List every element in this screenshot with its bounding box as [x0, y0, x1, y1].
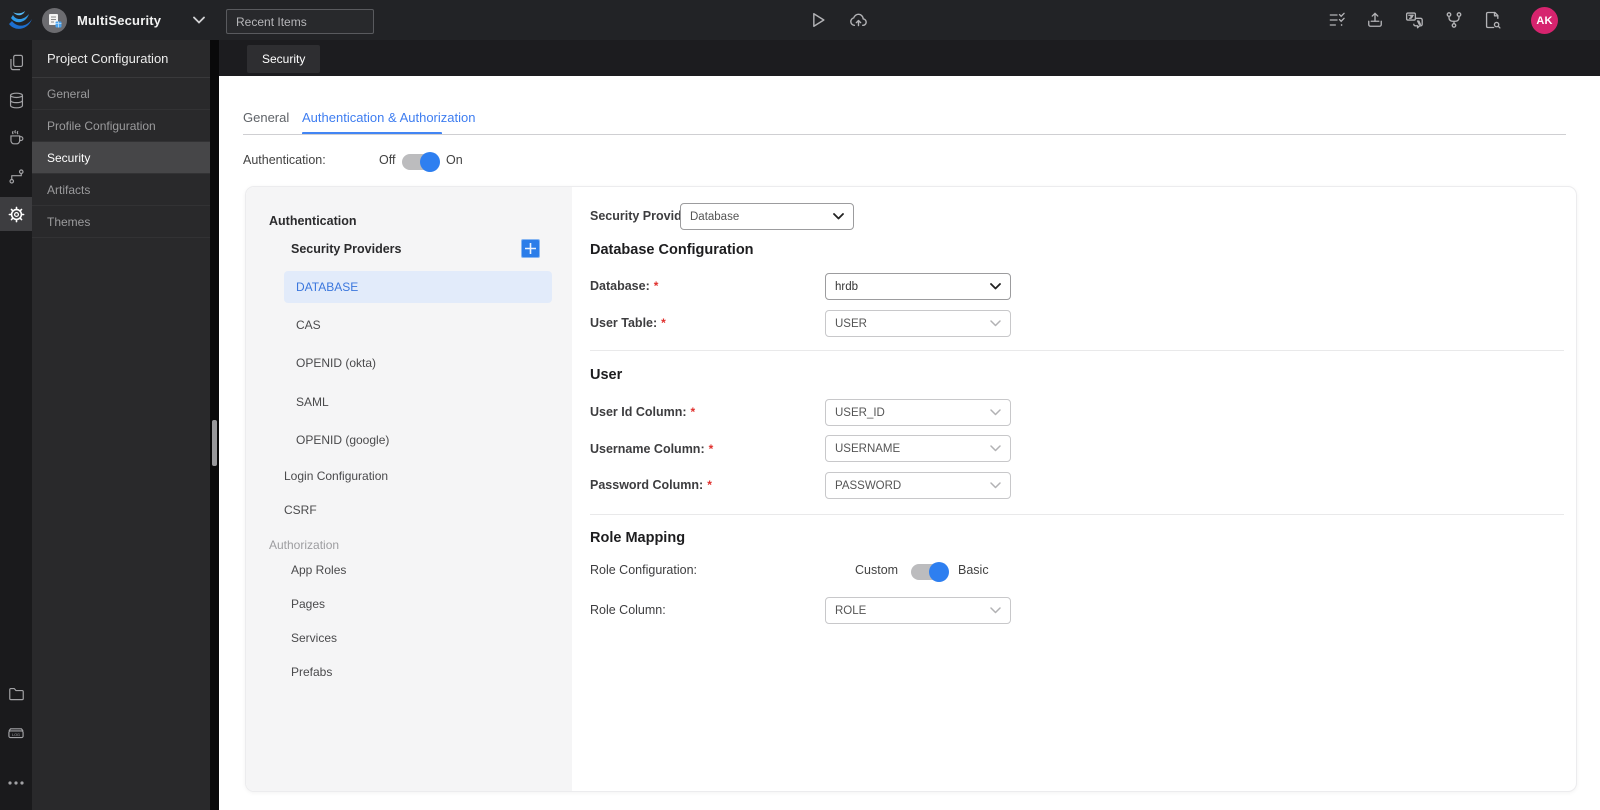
tree-section-authentication: Authentication — [269, 214, 357, 228]
password-column-select[interactable]: PASSWORD — [825, 472, 1011, 499]
role-column-select[interactable]: ROLE — [825, 597, 1011, 624]
role-configuration-label: Role Configuration: — [590, 563, 698, 577]
authentication-toggle-label: Authentication: — [243, 153, 326, 167]
left-icon-rail: LOG — [0, 40, 32, 810]
chevron-down-icon — [990, 283, 1001, 290]
chevron-down-icon — [990, 482, 1001, 489]
panel-title: Project Configuration — [32, 40, 210, 78]
editor-tab-security[interactable]: Security — [247, 45, 321, 73]
translate-icon[interactable] — [1402, 8, 1426, 32]
role-configuration-toggle[interactable] — [911, 562, 949, 582]
required-asterisk: * — [708, 442, 714, 456]
project-icon[interactable] — [42, 8, 67, 33]
export-icon[interactable] — [1363, 8, 1387, 32]
provider-item-openid-google[interactable]: OPENID (google) — [296, 433, 389, 447]
deploy-cloud-upload-icon[interactable] — [846, 8, 870, 32]
tree-item-services[interactable]: Services — [291, 631, 337, 645]
sidebar-item-artifacts[interactable]: Artifacts — [32, 174, 210, 206]
role-mapping-heading: Role Mapping — [590, 530, 686, 546]
tree-item-login-configuration[interactable]: Login Configuration — [284, 469, 388, 483]
sidebar-item-security[interactable]: Security — [32, 142, 210, 174]
password-column-label: Password Column: * — [590, 478, 712, 492]
file-explorer-folder-icon[interactable] — [0, 677, 32, 711]
chevron-down-icon[interactable] — [193, 16, 205, 24]
required-asterisk: * — [707, 478, 712, 492]
tree-section-authorization: Authorization — [269, 538, 340, 552]
chevron-down-icon — [990, 320, 1001, 327]
chevron-down-icon — [990, 607, 1001, 614]
role-toggle-basic-label: Basic — [958, 563, 989, 577]
wavemaker-logo-icon — [7, 7, 34, 34]
settings-gear-icon[interactable] — [0, 197, 32, 231]
provider-item-cas[interactable]: CAS — [296, 318, 321, 332]
section-divider — [590, 350, 1564, 351]
top-bar: MultiSecurity Recent Items AK — [0, 0, 1600, 40]
editor-tab-bar: Security — [219, 40, 1600, 76]
database-configuration-heading: Database Configuration — [590, 242, 754, 258]
tree-item-pages[interactable]: Pages — [291, 597, 325, 611]
user-id-column-label: User Id Column: * — [590, 405, 696, 419]
add-provider-button[interactable] — [521, 239, 540, 258]
java-services-icon[interactable] — [0, 120, 32, 154]
svg-text:LOG: LOG — [12, 733, 20, 737]
user-table-label: User Table: * — [590, 316, 666, 330]
authentication-toggle[interactable] — [402, 152, 440, 172]
tabs-divider — [243, 134, 1566, 135]
project-name[interactable]: MultiSecurity — [77, 13, 161, 28]
security-provider-select[interactable]: Database — [680, 203, 854, 230]
user-heading: User — [590, 367, 623, 383]
username-column-label: Username Column: * — [590, 442, 714, 456]
section-divider — [590, 514, 1564, 515]
tree-item-prefabs[interactable]: Prefabs — [291, 665, 332, 679]
app-logs-icon[interactable]: LOG — [0, 716, 32, 750]
changelog-checklist-icon[interactable] — [1325, 8, 1349, 32]
chevron-down-icon — [990, 409, 1001, 416]
security-config-card: Authentication Security Providers DATABA… — [245, 186, 1577, 792]
panel-scrollbar-track — [210, 40, 219, 810]
sidebar-item-general[interactable]: General — [32, 78, 210, 110]
toggle-knob — [420, 152, 440, 172]
pages-icon[interactable] — [0, 45, 32, 79]
required-asterisk: * — [690, 405, 696, 419]
tree-item-csrf[interactable]: CSRF — [284, 503, 317, 517]
user-avatar[interactable]: AK — [1531, 7, 1558, 34]
tab-general[interactable]: General — [243, 110, 289, 125]
toggle-knob — [929, 562, 949, 582]
chevron-down-icon — [833, 213, 844, 220]
main-content: General Authentication & Authorization A… — [219, 76, 1600, 810]
project-configuration-panel: Project Configuration General Profile Co… — [32, 40, 210, 810]
provider-item-database[interactable]: DATABASE — [284, 271, 552, 303]
role-toggle-custom-label: Custom — [855, 563, 899, 577]
database-select[interactable]: hrdb — [825, 273, 1011, 300]
more-options-icon[interactable] — [0, 766, 32, 800]
sidebar-item-themes[interactable]: Themes — [32, 206, 210, 238]
username-column-select[interactable]: USERNAME — [825, 435, 1011, 462]
run-preview-icon[interactable] — [806, 8, 830, 32]
toggle-off-label: Off — [379, 153, 396, 167]
file-preview-icon[interactable] — [1480, 8, 1504, 32]
security-provider-label: Security Provider — [590, 209, 694, 223]
version-branch-icon[interactable] — [1442, 8, 1466, 32]
role-column-label: Role Column: — [590, 603, 666, 617]
panel-scrollbar-thumb[interactable] — [212, 420, 217, 466]
required-asterisk: * — [661, 316, 666, 330]
database-icon[interactable] — [0, 83, 32, 117]
recent-items-input[interactable] — [226, 9, 374, 34]
provider-item-openid-okta[interactable]: OPENID (okta) — [296, 356, 376, 370]
tab-authentication-authorization[interactable]: Authentication & Authorization — [302, 110, 475, 125]
user-id-column-select[interactable]: USER_ID — [825, 399, 1011, 426]
toggle-on-label: On — [446, 153, 463, 167]
user-table-select[interactable]: USER — [825, 310, 1011, 337]
provider-item-saml[interactable]: SAML — [296, 395, 329, 409]
chevron-down-icon — [990, 445, 1001, 452]
database-label: Database: * — [590, 279, 659, 293]
required-asterisk: * — [653, 279, 659, 293]
api-designer-icon[interactable] — [0, 159, 32, 193]
tree-item-security-providers[interactable]: Security Providers — [291, 242, 401, 256]
sidebar-item-profile-configuration[interactable]: Profile Configuration — [32, 110, 210, 142]
tree-item-app-roles[interactable]: App Roles — [291, 563, 346, 577]
